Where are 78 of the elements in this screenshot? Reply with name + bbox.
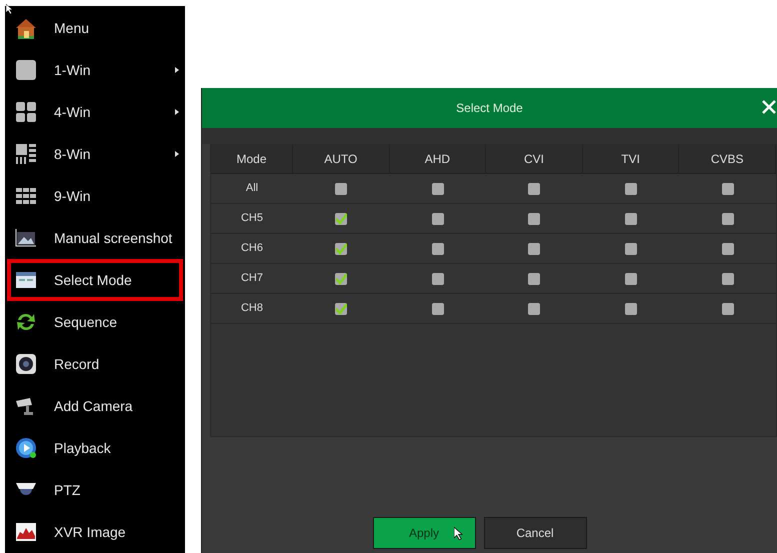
- row-label: CH8: [240, 301, 264, 316]
- column-header: Mode: [211, 145, 293, 173]
- check-icon: [335, 242, 348, 254]
- row-label: CH6: [240, 241, 264, 256]
- checkbox[interactable]: [335, 242, 348, 254]
- menu-item-label: Playback: [54, 438, 111, 458]
- checkbox[interactable]: [335, 182, 348, 194]
- menu-item[interactable]: 8-Win: [7, 133, 183, 175]
- checkbox[interactable]: [722, 302, 734, 314]
- checkbox[interactable]: [528, 182, 540, 194]
- menu-item-label: Menu: [54, 18, 90, 38]
- house-icon: [14, 16, 38, 40]
- menu-item-label: Add Camera: [54, 396, 133, 416]
- checkbox[interactable]: [432, 242, 444, 254]
- checkbox[interactable]: [528, 212, 540, 224]
- menu-item-label: XVR Image: [54, 522, 126, 542]
- menu-item-label: PTZ: [54, 480, 80, 500]
- chart-image-icon: [14, 520, 38, 544]
- apply-button[interactable]: Apply: [372, 517, 476, 549]
- checkbox[interactable]: [722, 242, 734, 254]
- menu-item[interactable]: 9-Win: [7, 175, 183, 217]
- quad-window-icon: [14, 100, 38, 124]
- row-label: CH7: [240, 271, 264, 286]
- menu-item[interactable]: Playback: [7, 427, 183, 469]
- check-icon: [335, 272, 348, 284]
- menu-item[interactable]: Sequence: [7, 301, 183, 343]
- column-header: CVBS: [679, 145, 776, 173]
- menu-item[interactable]: Add Camera: [7, 385, 183, 427]
- column-header: TVI: [582, 145, 680, 173]
- menu-item[interactable]: XVR Image: [7, 511, 183, 553]
- cancel-button[interactable]: Cancel: [484, 517, 586, 549]
- menu-item-label: 1-Win: [54, 60, 91, 80]
- single-window-icon: [14, 58, 38, 82]
- menu-item-label: 8-Win: [54, 144, 91, 164]
- checkbox[interactable]: [722, 182, 734, 194]
- checkbox[interactable]: [528, 302, 540, 314]
- checkbox[interactable]: [528, 272, 540, 284]
- menu-item[interactable]: Manual screenshot: [7, 217, 183, 259]
- menu-item[interactable]: Menu: [7, 7, 183, 49]
- menu-item[interactable]: 1-Win: [7, 49, 183, 91]
- check-icon: [335, 212, 348, 224]
- cursor-icon: [454, 527, 462, 540]
- checkbox[interactable]: [722, 272, 734, 284]
- checkbox[interactable]: [625, 182, 638, 194]
- checkbox[interactable]: [432, 212, 444, 224]
- checkbox[interactable]: [432, 182, 444, 194]
- menu-item-label: Record: [54, 354, 100, 374]
- checkbox[interactable]: [625, 212, 638, 224]
- menu-item[interactable]: 4-Win: [7, 91, 183, 133]
- column-header: AUTO: [293, 145, 390, 173]
- menu-item[interactable]: Record: [7, 343, 183, 385]
- checkbox[interactable]: [335, 272, 348, 284]
- check-icon: [335, 302, 348, 314]
- checkbox[interactable]: [335, 302, 348, 314]
- play-circle-icon: [14, 436, 38, 460]
- checkbox[interactable]: [722, 212, 734, 224]
- close-icon[interactable]: [762, 100, 776, 114]
- column-header: AHD: [390, 145, 486, 173]
- checkbox[interactable]: [432, 302, 444, 314]
- menu-item-label: Manual screenshot: [54, 228, 172, 248]
- row-label: CH5: [240, 211, 264, 226]
- checkbox[interactable]: [625, 302, 638, 314]
- checkbox[interactable]: [528, 242, 540, 254]
- row-label: All: [244, 181, 260, 196]
- eight-window-icon: [14, 142, 38, 166]
- checkbox[interactable]: [625, 272, 638, 284]
- checkbox[interactable]: [625, 242, 638, 254]
- column-header: CVI: [486, 145, 583, 173]
- camera-lens-icon: [14, 352, 38, 376]
- checkbox[interactable]: [335, 212, 348, 224]
- menu-item[interactable]: Select Mode: [7, 259, 183, 301]
- dialog-title: Select Mode: [456, 100, 523, 117]
- menu-item-label: 4-Win: [54, 102, 91, 122]
- checkbox[interactable]: [432, 272, 444, 284]
- menu-item-label: Select Mode: [54, 270, 132, 290]
- menu-item[interactable]: PTZ: [7, 469, 183, 511]
- menu-item-label: Sequence: [54, 312, 118, 332]
- menu-item-label: 9-Win: [54, 186, 91, 206]
